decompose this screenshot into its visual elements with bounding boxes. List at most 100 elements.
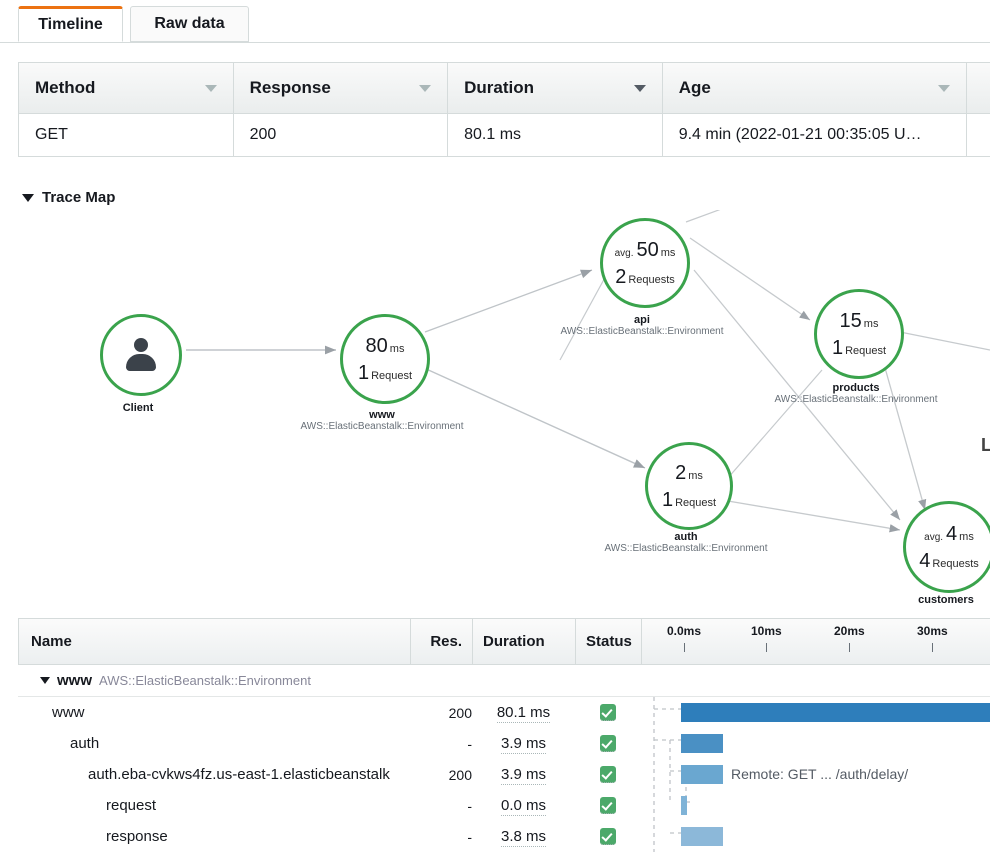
segment-res: - xyxy=(410,798,472,814)
timeline-bar-note: Remote: GET ... /auth/delay/ xyxy=(731,766,908,782)
chevron-down-icon[interactable] xyxy=(634,85,646,92)
cell-overflow xyxy=(967,114,990,156)
triangle-down-icon xyxy=(22,194,34,202)
segment-status xyxy=(575,797,641,814)
column-header-method[interactable]: Method xyxy=(19,63,234,113)
trace-node-www-type: AWS::ElasticBeanstalk::Environment xyxy=(292,421,472,432)
column-header-age[interactable]: Age xyxy=(663,63,967,113)
trace-node-api-unit: ms xyxy=(661,248,676,259)
trace-node-auth-requests: 1 xyxy=(662,490,673,510)
trace-node-api-requests: 2 xyxy=(615,267,626,287)
segment-group-row-www[interactable]: www AWS::ElasticBeanstalk::Environment xyxy=(18,665,990,697)
table-row[interactable]: auth - 3.9 ms xyxy=(18,728,990,759)
column-header-seg-duration[interactable]: Duration xyxy=(473,619,576,664)
trace-node-customers-circle[interactable]: avg.4ms 4Requests xyxy=(903,501,990,593)
column-header-res[interactable]: Res. xyxy=(411,619,473,664)
tab-timeline-label: Timeline xyxy=(38,16,103,34)
table-row[interactable]: request - 0.0 ms xyxy=(18,790,990,821)
segment-duration: 3.9 ms xyxy=(472,766,575,783)
segments-header-row: Name Res. Duration Status 0.0ms 10ms 20m… xyxy=(18,618,990,665)
column-header-duration-label: Duration xyxy=(464,78,534,98)
cell-method: GET xyxy=(19,114,234,156)
status-ok-icon xyxy=(600,828,616,845)
trace-node-api-requests-word: Requests xyxy=(628,275,674,286)
segment-name: auth xyxy=(18,735,410,752)
timeline-bar[interactable] xyxy=(681,734,723,753)
trace-node-api-circle[interactable]: avg.50ms 2Requests xyxy=(600,218,690,308)
trace-node-customers-metric: 4 xyxy=(946,524,957,544)
segment-timeline-cell xyxy=(641,790,990,821)
tick-label: 0.0ms xyxy=(667,624,701,638)
tab-raw-data[interactable]: Raw data xyxy=(130,6,249,42)
tab-strip: Timeline Raw data xyxy=(0,0,990,43)
trace-map-section-header[interactable]: Trace Map xyxy=(22,189,115,206)
column-header-name[interactable]: Name xyxy=(19,619,411,664)
column-header-duration[interactable]: Duration xyxy=(448,63,663,113)
cell-duration: 80.1 ms xyxy=(448,114,663,156)
trace-node-www-circle[interactable]: 80ms 1Request xyxy=(340,314,430,404)
segment-res: - xyxy=(410,736,472,752)
trace-node-www-metric: 80 xyxy=(366,336,388,356)
trace-summary-header-row: Method Response Duration Age xyxy=(18,62,990,114)
segment-res: 200 xyxy=(410,767,472,783)
trace-node-api-type: AWS::ElasticBeanstalk::Environment xyxy=(552,326,732,337)
table-row[interactable]: GET 200 80.1 ms 9.4 min (2022-01-21 00:3… xyxy=(18,114,990,157)
segment-duration: 80.1 ms xyxy=(472,704,575,721)
column-header-overflow xyxy=(967,63,990,113)
chevron-down-icon[interactable] xyxy=(938,85,950,92)
tab-timeline[interactable]: Timeline xyxy=(18,6,123,42)
trace-node-products-circle[interactable]: 15ms 1Request xyxy=(814,289,904,379)
column-header-timeline-axis: 0.0ms 10ms 20ms 30ms xyxy=(642,619,990,664)
xray-trace-details-page: Timeline Raw data Method Response Durati… xyxy=(0,0,990,861)
timeline-bar[interactable] xyxy=(681,796,687,815)
triangle-down-icon[interactable] xyxy=(40,677,50,684)
segment-status xyxy=(575,735,641,752)
trace-node-auth-requests-word: Request xyxy=(675,498,716,509)
column-header-response-label: Response xyxy=(250,78,331,98)
timeline-bar[interactable] xyxy=(681,765,723,784)
tick-mark xyxy=(849,643,850,652)
table-row[interactable]: auth.eba-cvkws4fz.us-east-1.elasticbeans… xyxy=(18,759,990,790)
segment-timeline-cell: Remote: GET ... /auth/delay/ xyxy=(641,759,990,790)
trace-node-auth-label: auth xyxy=(626,531,746,543)
chevron-down-icon[interactable] xyxy=(205,85,217,92)
status-ok-icon xyxy=(600,797,616,814)
trace-node-www-requests-word: Request xyxy=(371,371,412,382)
segment-res: 200 xyxy=(410,705,472,721)
tick-label: 30ms xyxy=(917,624,948,638)
segment-name: response xyxy=(18,828,410,845)
segment-group-name: www xyxy=(57,672,92,689)
trace-node-auth-metric: 2 xyxy=(675,463,686,483)
trace-node-products-label: products xyxy=(796,382,916,394)
trace-map-canvas[interactable]: L Client 80ms 1Request www AWS::ElasticB… xyxy=(0,210,990,610)
column-header-status[interactable]: Status xyxy=(576,619,642,664)
trace-node-products-requests: 1 xyxy=(832,338,843,358)
segment-status xyxy=(575,766,641,783)
trace-node-client-circle[interactable] xyxy=(100,314,182,396)
segment-timeline-cell xyxy=(641,728,990,759)
segment-rows: www 200 80.1 ms auth - 3.9 ms auth.eba-c… xyxy=(18,697,990,852)
trace-map-title: Trace Map xyxy=(42,189,115,206)
trace-node-products-unit: ms xyxy=(864,319,879,330)
segment-name: auth.eba-cvkws4fz.us-east-1.elasticbeans… xyxy=(18,766,410,783)
column-header-response[interactable]: Response xyxy=(234,63,449,113)
segment-timeline-cell xyxy=(641,697,990,728)
trace-summary-table: Method Response Duration Age GET 200 80.… xyxy=(18,62,990,157)
segment-duration: 3.9 ms xyxy=(472,735,575,752)
trace-node-www-requests: 1 xyxy=(358,363,369,383)
table-row[interactable]: response - 3.8 ms xyxy=(18,821,990,852)
segment-group-type: AWS::ElasticBeanstalk::Environment xyxy=(99,673,311,688)
timeline-bar[interactable] xyxy=(681,827,723,846)
segments-table: Name Res. Duration Status 0.0ms 10ms 20m… xyxy=(18,618,990,852)
trace-node-auth-circle[interactable]: 2ms 1Request xyxy=(645,442,733,530)
trace-node-api-label: api xyxy=(582,314,702,326)
legend-label-cut: L xyxy=(981,435,990,456)
chevron-down-icon[interactable] xyxy=(419,85,431,92)
tab-baseline xyxy=(0,42,990,43)
segment-name: request xyxy=(18,797,410,814)
trace-node-api-prefix: avg. xyxy=(615,249,634,259)
table-row[interactable]: www 200 80.1 ms xyxy=(18,697,990,728)
trace-node-www-unit: ms xyxy=(390,344,405,355)
trace-node-customers-requests-word: Requests xyxy=(932,559,978,570)
timeline-bar[interactable] xyxy=(681,703,990,722)
